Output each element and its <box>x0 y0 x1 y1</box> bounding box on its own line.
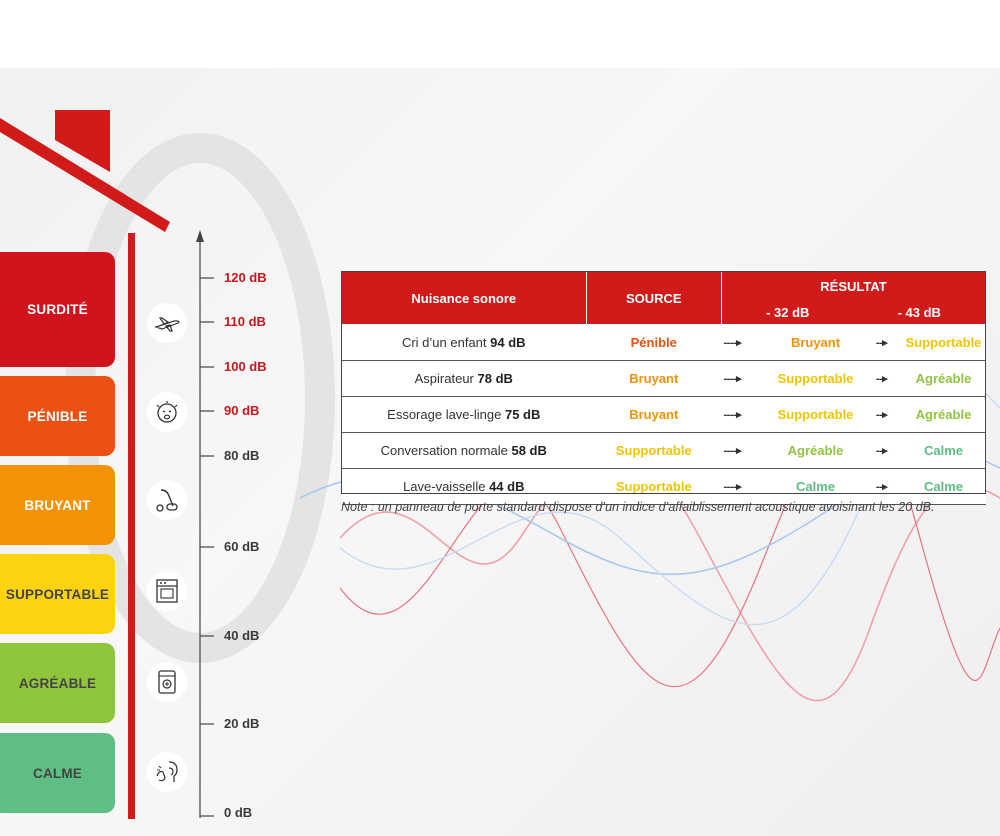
row-source: Supportable <box>586 432 722 469</box>
row-result-43: Agréable <box>915 371 972 386</box>
arrow-icon: --▸ <box>875 445 888 457</box>
row-db: 78 dB <box>477 371 513 386</box>
level-label: AGRÉABLE <box>18 675 97 691</box>
tick-0: 0 dB <box>224 805 253 820</box>
level-penible: PÉNIBLE <box>0 376 115 456</box>
row-name: Conversation normale <box>380 443 508 458</box>
row-name-cell: Cri d’un enfant 94 dB <box>341 324 587 361</box>
row-db: 75 dB <box>504 407 541 422</box>
row-source-label: Bruyant <box>629 371 679 386</box>
row-db: 58 dB <box>511 443 547 458</box>
arrow-icon: --▸ <box>875 337 888 349</box>
row-name: Cri d’un enfant <box>401 335 487 350</box>
row-result-32: Supportable <box>777 407 854 422</box>
tick-40: 40 dB <box>224 628 260 643</box>
header-nuisance: Nuisance sonore <box>341 271 587 325</box>
row-source: Bruyant <box>586 396 722 433</box>
row-name-cell: Essorage lave-linge 75 dB <box>341 396 587 433</box>
arrow-icon: ----▸ <box>723 373 742 385</box>
header-minus43: - 43 dB <box>853 300 986 325</box>
row-results: ----▸ Supportable --▸ Agréable <box>721 396 986 433</box>
table-row: Conversation normale 58 dB Supportable ---… <box>341 432 986 469</box>
arrow-icon: --▸ <box>875 481 888 493</box>
level-bruyant: BRUYANT <box>0 465 115 545</box>
level-supportable: SUPPORTABLE <box>0 554 115 634</box>
washing-machine-icon <box>147 571 187 611</box>
tick-80: 80 dB <box>224 448 260 463</box>
dishwasher-icon <box>147 662 187 702</box>
row-source-label: Supportable <box>615 479 692 494</box>
row-name: Lave-vaisselle <box>403 479 486 494</box>
row-source-label: Pénible <box>630 335 677 350</box>
header-resultat: RÉSULTAT <box>721 271 986 300</box>
level-surdite: SURDITÉ <box>0 252 115 367</box>
row-source: Pénible <box>586 324 722 361</box>
axis-arrow <box>196 230 204 242</box>
arrow-icon: ----▸ <box>723 481 742 493</box>
level-label: BRUYANT <box>24 497 91 513</box>
arrow-icon: ----▸ <box>723 445 742 457</box>
vacuum-cleaner-icon <box>147 480 187 520</box>
row-results: ----▸ Supportable --▸ Agréable <box>721 360 986 397</box>
airplane-icon <box>147 303 187 343</box>
row-result-32: Supportable <box>777 371 854 386</box>
level-label: SURDITÉ <box>27 302 88 317</box>
row-results: ----▸ Bruyant --▸ Supportable <box>721 324 986 361</box>
level-label: CALME <box>33 765 82 781</box>
row-source-label: Bruyant <box>629 407 679 422</box>
table-row: Cri d’un enfant 94 dB Pénible ----▸ Bruyant… <box>341 324 986 361</box>
arrow-icon: --▸ <box>875 409 888 421</box>
table-row: Aspirateur 78 dB Bruyant ----▸ Supportable -… <box>341 360 986 397</box>
row-result-43: Agréable <box>915 407 972 422</box>
row-result-43: Calme <box>923 443 964 458</box>
level-calme: CALME <box>0 733 115 813</box>
row-name-cell: Conversation normale 58 dB <box>341 432 587 469</box>
speaking-person-icon <box>147 752 187 792</box>
level-label: SUPPORTABLE <box>5 586 110 602</box>
tick-60: 60 dB <box>224 539 260 554</box>
tick-120: 120 dB <box>224 270 267 285</box>
tick-90: 90 dB <box>224 403 260 418</box>
crying-baby-icon <box>147 392 187 432</box>
row-db: 44 dB <box>489 479 525 494</box>
noise-table: Nuisance sonore SOURCE RÉSULTAT - 32 dB … <box>341 271 986 505</box>
row-result-43: Supportable <box>905 335 982 350</box>
tick-110: 110 dB <box>224 314 266 329</box>
red-wall-bar <box>128 233 135 819</box>
table-row: Essorage lave-linge 75 dB Bruyant ----▸ Sup… <box>341 396 986 433</box>
axis-ticks <box>200 277 214 817</box>
row-result-43: Calme <box>923 479 964 494</box>
row-name: Essorage lave-linge <box>387 407 502 422</box>
row-result-32: Bruyant <box>790 335 841 350</box>
level-label: PÉNIBLE <box>27 408 88 424</box>
tick-20: 20 dB <box>224 716 260 731</box>
row-result-32: Agréable <box>787 443 844 458</box>
row-name: Aspirateur <box>414 371 474 386</box>
level-agreable: AGRÉABLE <box>0 643 115 723</box>
arrow-icon: ----▸ <box>723 337 742 349</box>
row-name-cell: Aspirateur 78 dB <box>341 360 587 397</box>
row-source: Bruyant <box>586 360 722 397</box>
row-result-32: Calme <box>795 479 836 494</box>
tick-100: 100 dB <box>224 359 267 374</box>
row-source-label: Supportable <box>615 443 692 458</box>
note: Note : un panneau de porte standard disp… <box>341 500 935 514</box>
header-source: SOURCE <box>585 271 723 325</box>
header-minus32: - 32 dB <box>721 300 854 325</box>
arrow-icon: --▸ <box>875 373 888 385</box>
arrow-icon: ----▸ <box>723 409 742 421</box>
row-results: ----▸ Agréable --▸ Calme <box>721 432 986 469</box>
row-db: 94 dB <box>490 335 526 350</box>
